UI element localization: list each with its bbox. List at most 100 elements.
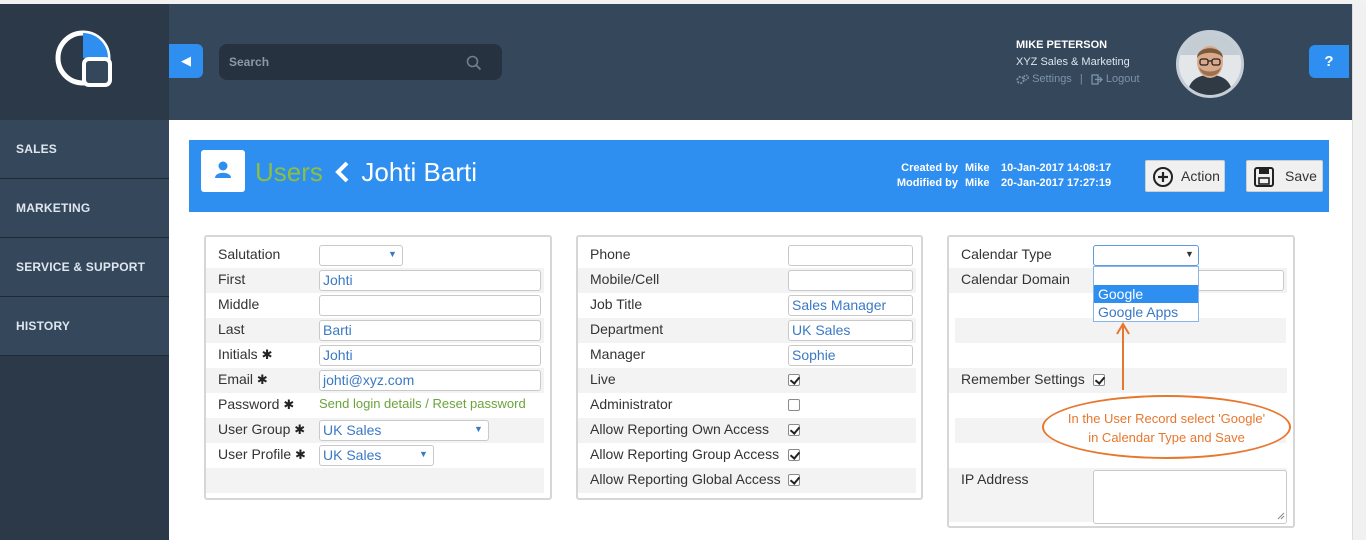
avatar[interactable]	[1176, 30, 1244, 98]
live-checkbox[interactable]	[788, 374, 800, 386]
resize-handle-icon[interactable]	[1277, 512, 1285, 520]
ip-address-row: IP Address	[949, 468, 1287, 524]
audit-labels: Created by Modified by	[870, 161, 958, 191]
logout-link[interactable]: Logout	[1091, 73, 1140, 85]
links-separator: |	[1079, 73, 1083, 86]
breadcrumb-users-link[interactable]: Users	[255, 157, 323, 187]
calendar-domain-label: Calendar Domain	[961, 271, 1070, 287]
global-access-checkbox[interactable]	[788, 474, 800, 486]
user-group-row: User Group ✱ UK Sales ▼	[206, 418, 544, 443]
save-label: Save	[1285, 168, 1317, 184]
empty-row	[206, 468, 544, 493]
ip-address-textarea[interactable]	[1093, 470, 1287, 524]
calendar-type-label: Calendar Type	[961, 246, 1052, 262]
search-icon[interactable]	[466, 55, 482, 71]
mobile-label: Mobile/Cell	[590, 271, 660, 287]
record-name: Johti Barti	[361, 157, 477, 187]
administrator-label: Administrator	[590, 396, 673, 412]
own-access-label: Allow Reporting Own Access	[590, 421, 769, 437]
settings-link[interactable]: Settings	[1016, 73, 1075, 85]
group-access-checkbox[interactable]	[788, 449, 800, 461]
created-at: 10-Jan-2017 14:08:17	[1001, 162, 1112, 174]
calendar-type-select[interactable]	[1093, 245, 1199, 266]
chevron-left-icon	[335, 161, 349, 183]
calendar-type-row: Calendar Type ▼	[949, 243, 1287, 268]
mobile-row: Mobile/Cell	[578, 268, 916, 293]
created-by: Mike	[965, 162, 990, 174]
user-profile-label: User Profile ✱	[218, 446, 306, 462]
own-access-row: Allow Reporting Own Access	[578, 418, 916, 443]
floppy-disk-icon	[1254, 167, 1274, 187]
search-input[interactable]	[219, 44, 459, 80]
required-asterisk-icon: ✱	[295, 447, 306, 462]
middle-name-input[interactable]	[319, 295, 541, 316]
audit-users: Mike Mike	[965, 161, 989, 191]
sidebar-item-marketing[interactable]: MARKETING	[0, 179, 169, 238]
sidebar-nav: SALES MARKETING SERVICE & SUPPORT HISTOR…	[0, 120, 169, 356]
ip-address-label: IP Address	[961, 471, 1029, 487]
email-label: Email ✱	[218, 371, 268, 387]
caret-down-icon: ▼	[419, 449, 428, 459]
phone-input[interactable]	[788, 245, 913, 266]
help-button[interactable]: ?	[1309, 45, 1349, 78]
live-label: Live	[590, 371, 616, 387]
live-row: Live	[578, 368, 916, 393]
app-logo-icon[interactable]	[53, 28, 115, 90]
administrator-checkbox[interactable]	[788, 399, 800, 411]
salutation-label: Salutation	[218, 246, 281, 262]
user-group-select[interactable]: UK Sales	[319, 420, 489, 441]
password-label: Password ✱	[218, 396, 295, 412]
user-organization: XYZ Sales & Marketing	[1016, 56, 1130, 68]
department-input[interactable]: UK Sales	[788, 320, 913, 341]
plus-circle-icon	[1153, 167, 1173, 187]
sidebar-item-history[interactable]: HISTORY	[0, 297, 169, 356]
job-title-row: Job Title Sales Manager	[578, 293, 916, 318]
user-profile-select[interactable]: UK Sales	[319, 445, 434, 466]
email-input[interactable]: johti@xyz.com	[319, 370, 541, 391]
collapse-sidebar-button[interactable]: ◀	[169, 44, 203, 78]
save-button[interactable]: Save	[1246, 160, 1323, 192]
dropdown-option-google[interactable]: Google	[1094, 285, 1198, 303]
global-access-row: Allow Reporting Global Access	[578, 468, 916, 493]
first-name-row: First Johti	[206, 268, 544, 293]
remember-settings-label: Remember Settings	[961, 371, 1085, 387]
group-access-row: Allow Reporting Group Access	[578, 443, 916, 468]
callout-line-1: In the User Record select 'Google'	[1067, 411, 1266, 426]
required-asterisk-icon: ✱	[283, 397, 295, 412]
group-access-label: Allow Reporting Group Access	[590, 446, 780, 462]
sidebar-item-service-support[interactable]: SERVICE & SUPPORT	[0, 238, 169, 297]
global-access-label: Allow Reporting Global Access	[590, 471, 781, 487]
search-box	[219, 44, 502, 80]
last-name-input[interactable]: Barti	[319, 320, 541, 341]
action-button[interactable]: Action	[1145, 160, 1225, 192]
gears-icon	[1016, 74, 1029, 84]
initials-row: Initials ✱ Johti	[206, 343, 544, 368]
dropdown-option-empty[interactable]	[1094, 267, 1198, 285]
manager-input[interactable]: Sophie	[788, 345, 913, 366]
job-title-input[interactable]: Sales Manager	[788, 295, 913, 316]
page-scrollbar[interactable]	[1352, 4, 1366, 540]
mobile-input[interactable]	[788, 270, 913, 291]
reset-password-link[interactable]: Send login details / Reset password	[319, 396, 526, 411]
required-asterisk-icon: ✱	[256, 372, 268, 387]
first-label: First	[218, 271, 246, 287]
user-links: Settings | Logout	[1016, 73, 1140, 85]
sidebar-item-sales[interactable]: SALES	[0, 120, 169, 179]
password-row: Password ✱ Send login details / Reset pa…	[206, 393, 544, 418]
first-name-input[interactable]: Johti	[319, 270, 541, 291]
user-icon	[215, 161, 231, 178]
email-row: Email ✱ johti@xyz.com	[206, 368, 544, 393]
user-name: MIKE PETERSON	[1016, 39, 1108, 51]
annotation-arrow-icon	[1116, 322, 1130, 390]
callout-line-2: in Calendar Type and Save	[1088, 430, 1245, 445]
department-label: Department	[590, 321, 664, 337]
initials-input[interactable]: Johti	[319, 345, 541, 366]
middle-label: Middle	[218, 296, 260, 312]
own-access-checkbox[interactable]	[788, 424, 800, 436]
caret-left-icon: ◀	[181, 53, 191, 68]
action-label: Action	[1181, 168, 1220, 184]
caret-down-icon: ▼	[474, 424, 483, 434]
dropdown-option-google-apps[interactable]: Google Apps	[1094, 303, 1198, 321]
manager-row: Manager Sophie	[578, 343, 916, 368]
logout-label: Logout	[1105, 73, 1140, 86]
